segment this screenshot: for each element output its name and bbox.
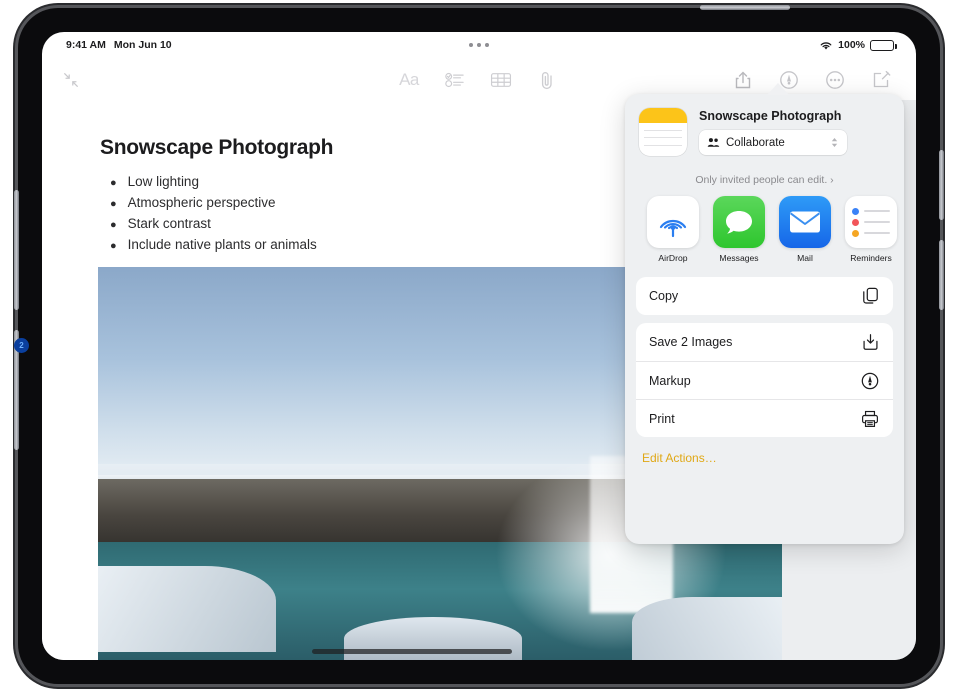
permission-text[interactable]: Only invited people can edit. › — [625, 174, 904, 186]
status-bar-left: 9:41 AM Mon Jun 10 — [66, 39, 172, 51]
notes-app-icon — [639, 108, 687, 156]
list-item-label: Stark contrast — [128, 214, 211, 233]
action-label: Markup — [649, 374, 852, 388]
action-label: Print — [649, 412, 852, 426]
volume-up-button[interactable] — [14, 190, 19, 310]
photo-snow-right — [632, 597, 782, 660]
action-label: Copy — [649, 289, 852, 303]
share-sheet-title: Snowscape Photograph — [699, 109, 890, 123]
toolbar-center-group: Aa — [394, 66, 562, 94]
share-target-reminders[interactable]: Reminders — [845, 196, 897, 263]
bullet-dot: ● — [110, 216, 117, 235]
permission-label: Only invited people can edit. — [695, 174, 827, 186]
list-item: ● Include native plants or animals — [110, 235, 317, 256]
status-bar: 9:41 AM Mon Jun 10 100% — [42, 32, 916, 58]
checklist-icon[interactable] — [440, 66, 470, 94]
share-target-messages[interactable]: Messages — [713, 196, 765, 263]
chevron-up-down-icon — [830, 136, 839, 149]
side-connector-1 — [939, 150, 944, 220]
photo-snow-left — [98, 566, 276, 652]
toolbar-right-group — [728, 66, 896, 94]
printer-icon — [860, 409, 880, 429]
mail-icon — [789, 210, 821, 234]
people-icon — [707, 137, 720, 148]
home-indicator[interactable] — [312, 649, 512, 654]
collaborate-label: Collaborate — [726, 137, 824, 149]
ipad-device: 2 9:41 AM Mon Jun 10 100% — [0, 0, 958, 692]
side-connector-2 — [939, 240, 944, 310]
action-save-images[interactable]: Save 2 Images — [636, 323, 893, 361]
bullet-dot: ● — [110, 195, 117, 214]
compose-icon[interactable] — [866, 66, 896, 94]
share-target-label: AirDrop — [647, 253, 699, 263]
status-bar-right: 100% — [819, 39, 894, 51]
bullet-dot: ● — [110, 237, 117, 256]
action-copy[interactable]: Copy — [636, 277, 893, 315]
more-ellipsis-icon[interactable] — [820, 66, 850, 94]
copy-icon — [860, 286, 880, 306]
list-item-label: Low lighting — [128, 172, 199, 191]
action-print[interactable]: Print — [636, 399, 893, 437]
bullet-dot: ● — [110, 174, 117, 193]
list-item: ● Low lighting — [110, 172, 317, 193]
airdrop-icon — [656, 205, 690, 239]
format-button[interactable]: Aa — [394, 66, 424, 94]
markup-pen-icon — [860, 371, 880, 391]
popover-arrow — [767, 83, 789, 95]
chevron-right-icon: › — [830, 174, 834, 186]
list-item-label: Atmospheric perspective — [128, 193, 276, 212]
multitasking-dot-1 — [469, 43, 473, 47]
table-icon[interactable] — [486, 66, 516, 94]
share-target-label: Reminders — [845, 253, 897, 263]
collaborate-dropdown[interactable]: Collaborate — [699, 130, 847, 155]
paperclip-icon[interactable] — [532, 66, 562, 94]
battery-icon — [870, 40, 894, 51]
ipad-screen: 9:41 AM Mon Jun 10 100% — [42, 32, 916, 660]
share-target-mail[interactable]: Mail — [779, 196, 831, 263]
battery-percent: 100% — [838, 39, 865, 51]
page-title: Snowscape Photograph — [100, 136, 333, 160]
action-markup[interactable]: Markup — [636, 361, 893, 399]
save-download-icon — [860, 332, 880, 352]
multitasking-dot-3 — [485, 43, 489, 47]
action-label: Save 2 Images — [649, 335, 852, 349]
share-sheet-header: Snowscape Photograph Collaborate — [625, 94, 904, 166]
share-icon[interactable] — [728, 66, 758, 94]
share-secondary-actions: Save 2 Images Markup — [636, 323, 893, 437]
annotation-marker-2: 2 — [14, 338, 29, 353]
status-date: Mon Jun 10 — [114, 39, 172, 51]
multitasking-dot-2 — [477, 43, 481, 47]
power-button[interactable] — [700, 5, 790, 10]
share-target-label: Mail — [779, 253, 831, 263]
note-bullet-list: ● Low lighting ● Atmospheric perspective… — [110, 172, 317, 256]
messages-icon — [722, 205, 756, 239]
share-target-airdrop[interactable]: AirDrop — [647, 196, 699, 263]
share-app-row[interactable]: AirDrop Messages — [625, 188, 904, 269]
share-target-label: Messages — [713, 253, 765, 263]
list-item: ● Atmospheric perspective — [110, 193, 317, 214]
status-time: 9:41 AM — [66, 39, 106, 51]
share-primary-actions: Copy — [636, 277, 893, 315]
list-item: ● Stark contrast — [110, 214, 317, 235]
collapse-arrows-icon[interactable] — [56, 66, 86, 94]
list-item-label: Include native plants or animals — [128, 235, 317, 254]
wifi-icon — [819, 40, 833, 51]
edit-actions-button[interactable]: Edit Actions… — [625, 437, 904, 465]
share-sheet-popover: Snowscape Photograph Collaborate — [625, 94, 904, 544]
multitasking-control[interactable] — [469, 43, 489, 47]
